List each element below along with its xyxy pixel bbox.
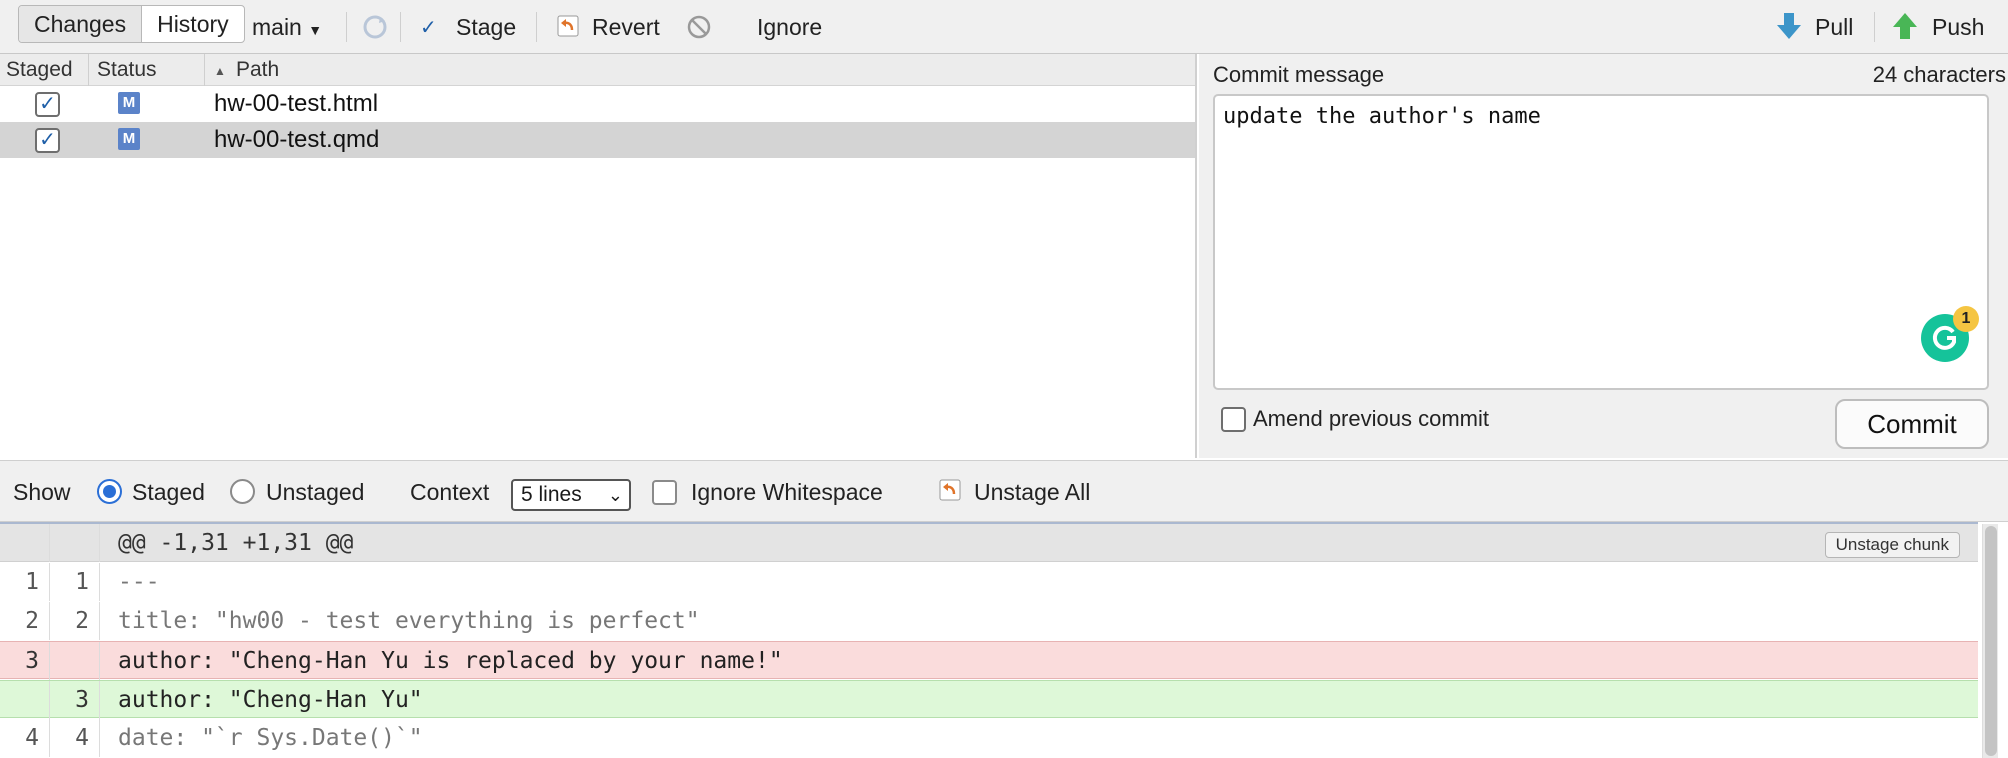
diff-scrollbar[interactable] xyxy=(1982,524,1998,758)
commit-panel: Commit message 24 characters update the … xyxy=(1199,54,2008,458)
separator xyxy=(1874,12,1875,42)
diff-line-text: author: "Cheng-Han Yu is replaced by you… xyxy=(118,648,783,674)
gutter-new xyxy=(50,524,100,562)
diff-line-added: 3 author: "Cheng-Han Yu" xyxy=(0,680,1978,719)
revert-icon xyxy=(938,478,962,502)
file-list-header: Staged Status ▲ Path xyxy=(0,54,1195,86)
new-line-number: 3 xyxy=(50,681,100,719)
arrow-down-icon xyxy=(1776,11,1802,41)
old-line-number: 1 xyxy=(0,563,50,601)
branch-selector[interactable]: main ▼ xyxy=(252,0,322,57)
diff-line-removed: 3 author: "Cheng-Han Yu is replaced by y… xyxy=(0,641,1978,680)
diff-options-bar: Show Staged Unstaged Context 5 lines ⌄ I… xyxy=(0,460,2008,522)
ignore-whitespace-checkbox[interactable] xyxy=(652,480,677,505)
old-line-number: 4 xyxy=(0,719,50,757)
unstage-all-label: Unstage All xyxy=(974,479,1091,505)
file-path: hw-00-test.qmd xyxy=(214,126,380,153)
tab-history[interactable]: History xyxy=(142,6,244,42)
arrow-up-icon xyxy=(1892,11,1918,41)
column-path[interactable]: Path xyxy=(236,54,279,86)
diff-view: @@ -1,31 +1,31 @@ Unstage chunk 1 1 --- … xyxy=(0,522,1978,758)
staged-radio-label: Staged xyxy=(132,479,205,505)
toolbar: Changes History main ▼ ✓ Stage Revert Ig… xyxy=(0,0,2008,54)
commit-message-input[interactable]: update the author's name 1 xyxy=(1213,94,1989,390)
grammarly-badge: 1 xyxy=(1953,306,1979,332)
unstaged-radio-label: Unstaged xyxy=(266,479,365,505)
amend-label: Amend previous commit xyxy=(1253,406,1489,431)
ignore-whitespace-label: Ignore Whitespace xyxy=(691,479,883,505)
gutter-old xyxy=(0,524,50,562)
separator xyxy=(346,12,347,42)
column-status[interactable]: Status xyxy=(97,54,157,86)
revert-icon xyxy=(556,14,580,38)
file-path: hw-00-test.html xyxy=(214,90,379,117)
commit-button[interactable]: Commit xyxy=(1835,399,1989,449)
push-label: Push xyxy=(1932,14,1985,40)
file-row[interactable]: ✓ M hw-00-test.html xyxy=(0,86,1195,122)
amend-checkbox[interactable] xyxy=(1221,407,1246,432)
chevron-down-icon: ⌄ xyxy=(607,485,623,505)
hunk-header-row: @@ -1,31 +1,31 @@ Unstage chunk xyxy=(0,524,1978,562)
separator xyxy=(400,12,401,42)
context-label: Context xyxy=(410,479,490,505)
column-staged[interactable]: Staged xyxy=(6,54,73,86)
modified-status-icon: M xyxy=(118,92,140,114)
context-select[interactable]: 5 lines ⌄ xyxy=(511,479,631,511)
separator xyxy=(536,12,537,42)
diff-line-text: date: "`r Sys.Date()`" xyxy=(118,725,423,751)
hunk-header: @@ -1,31 +1,31 @@ xyxy=(118,530,354,556)
commit-message-label: Commit message xyxy=(1213,62,1385,87)
sort-ascending-icon: ▲ xyxy=(214,64,226,78)
modified-status-icon: M xyxy=(118,128,140,150)
chevron-down-icon: ▼ xyxy=(308,22,323,38)
show-label: Show xyxy=(13,479,71,505)
column-divider xyxy=(204,54,205,86)
file-row-selected[interactable]: ✓ M hw-00-test.qmd xyxy=(0,122,1195,158)
diff-line: 1 1 --- xyxy=(0,563,1978,601)
new-line-number xyxy=(50,642,100,680)
unstage-chunk-button[interactable]: Unstage chunk xyxy=(1824,532,1960,558)
view-switcher: Changes History xyxy=(18,5,245,43)
unstage-all-button[interactable]: Unstage All xyxy=(938,461,1138,523)
diff-line-text: author: "Cheng-Han Yu" xyxy=(118,687,423,713)
new-line-number: 2 xyxy=(50,602,100,640)
stage-label: Stage xyxy=(456,14,517,40)
column-divider xyxy=(88,54,89,86)
old-line-number: 2 xyxy=(0,602,50,640)
scrollbar-thumb[interactable] xyxy=(1985,526,1997,756)
refresh-icon[interactable] xyxy=(360,12,390,42)
staged-checkbox[interactable]: ✓ xyxy=(35,128,60,153)
pull-label: Pull xyxy=(1815,14,1854,40)
staged-checkbox[interactable]: ✓ xyxy=(35,92,60,117)
diff-line: 2 2 title: "hw00 - test everything is pe… xyxy=(0,602,1978,640)
amend-commit-option[interactable]: Amend previous commit xyxy=(1221,404,1521,434)
checkmark-icon: ✓ xyxy=(420,17,437,39)
old-line-number: 3 xyxy=(0,642,50,680)
diff-line: 4 4 date: "`r Sys.Date()`" xyxy=(0,719,1978,757)
diff-line-text: title: "hw00 - test everything is perfec… xyxy=(118,608,700,634)
tab-changes[interactable]: Changes xyxy=(19,6,143,42)
character-count: 24 characters xyxy=(1872,62,2006,87)
new-line-number: 1 xyxy=(50,563,100,601)
old-line-number xyxy=(0,681,50,719)
revert-label: Revert xyxy=(592,14,660,40)
branch-name: main xyxy=(252,14,302,40)
staged-radio[interactable] xyxy=(97,479,122,504)
commit-message-text: update the author's name xyxy=(1223,104,1541,129)
ignore-label: Ignore xyxy=(757,14,823,40)
new-line-number: 4 xyxy=(50,719,100,757)
context-value: 5 lines xyxy=(521,483,582,506)
diff-line-text: --- xyxy=(118,569,160,595)
unstaged-radio[interactable] xyxy=(230,479,255,504)
changed-files-list: Staged Status ▲ Path ✓ M hw-00-test.html… xyxy=(0,54,1197,458)
ignore-icon xyxy=(686,14,712,40)
